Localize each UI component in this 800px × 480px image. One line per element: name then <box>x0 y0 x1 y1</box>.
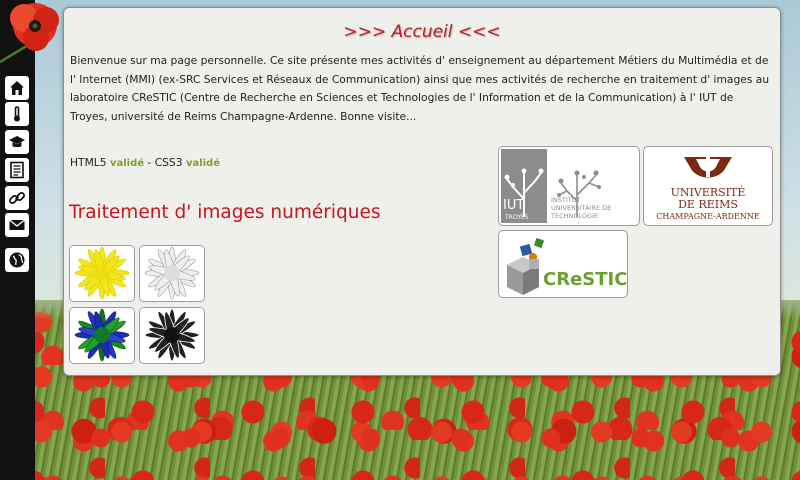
link-icon[interactable] <box>5 186 29 210</box>
document-icon[interactable] <box>5 158 29 182</box>
thumbnail-edge-detected-flower[interactable] <box>139 307 205 364</box>
main-panel: >>> Accueil <<< Bienvenue sur ma page pe… <box>63 7 781 376</box>
html-valid-link[interactable]: validé <box>110 158 144 169</box>
thermometer-icon[interactable] <box>5 102 29 126</box>
crestic-text: CReSTIC <box>543 269 627 290</box>
thumbnail-grayscale-flower[interactable] <box>139 245 205 302</box>
crestic-logo[interactable]: CReSTIC <box>498 230 628 298</box>
page-title: >>> Accueil <<< <box>343 22 501 42</box>
section-title: Traitement d' images numériques <box>69 202 381 223</box>
universite-text: UNIVERSITÉ <box>671 185 746 199</box>
iut-troyes-logo[interactable]: IUT TROYES INSTITUT UNIVERSITAIRE DE TEC… <box>498 146 640 226</box>
css-label: CSS3 <box>154 156 183 169</box>
poppy-logo[interactable] <box>0 0 72 72</box>
validity-badges: HTML5 validé - CSS3 validé <box>70 156 220 169</box>
thumbnail-yellow-flower[interactable] <box>69 245 135 302</box>
institut-text: INSTITUT <box>551 196 581 204</box>
css-valid-link[interactable]: validé <box>186 158 220 169</box>
iut-text: IUT <box>503 198 524 213</box>
intro-text: Bienvenue sur ma page personnelle. Ce si… <box>70 54 770 123</box>
universitaire-text: UNIVERSITAIRE DE <box>551 204 611 212</box>
troyes-text: TROYES <box>504 214 529 221</box>
html-label: HTML5 <box>70 156 107 169</box>
de-reims-text: DE REIMS <box>678 198 738 211</box>
graduation-cap-icon[interactable] <box>5 130 29 154</box>
technologie-text: TECHNOLOGIE <box>550 212 598 220</box>
home-icon[interactable] <box>5 76 29 100</box>
champagne-ardenne-text: CHAMPAGNE-ARDENNE <box>656 212 760 221</box>
validity-separator: - <box>147 156 152 169</box>
mail-icon[interactable] <box>5 213 29 237</box>
globe-icon[interactable] <box>5 248 29 272</box>
universite-reims-logo[interactable]: UNIVERSITÉ DE REIMS CHAMPAGNE-ARDENNE <box>643 146 773 226</box>
thumbnail-color-segmented-flower[interactable] <box>69 307 135 364</box>
